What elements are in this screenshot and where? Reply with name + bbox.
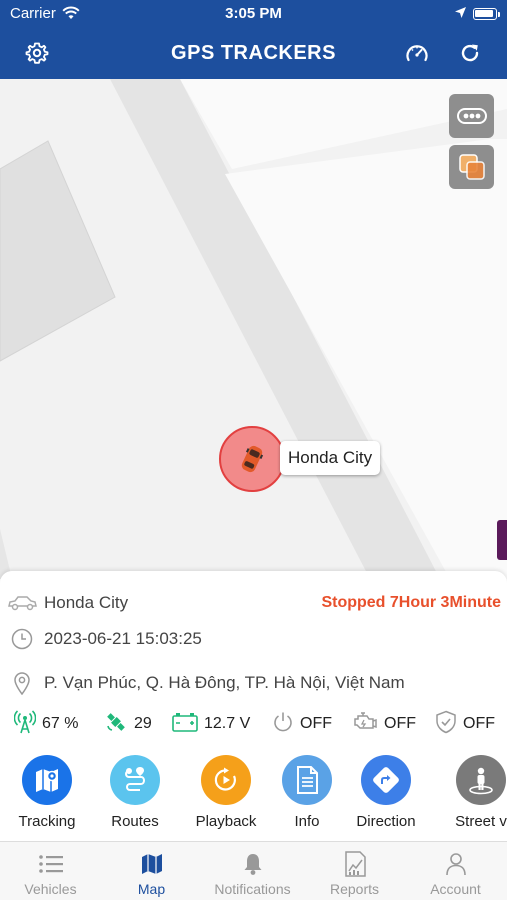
map-pin-icon bbox=[0, 671, 44, 695]
tracking-label: Tracking bbox=[18, 813, 76, 830]
engine-icon bbox=[352, 711, 378, 738]
engine-sensor: OFF bbox=[352, 709, 416, 739]
vehicle-name: Honda City bbox=[44, 593, 129, 612]
app-header: GPS TRACKERS bbox=[0, 28, 507, 79]
info-document-icon bbox=[282, 755, 332, 805]
person-icon bbox=[445, 851, 467, 877]
power-sensor: OFF bbox=[272, 709, 332, 739]
vehicle-address: P. Vạn Phúc, Q. Hà Đông, TP. Hà Nội, Việ… bbox=[44, 673, 405, 692]
direction-button[interactable]: Direction bbox=[341, 755, 431, 830]
satellite-value: 29 bbox=[134, 715, 152, 732]
battery-sensor: 12.7 V bbox=[172, 709, 250, 739]
car-icon bbox=[241, 445, 264, 473]
street-view-button[interactable]: Street v bbox=[436, 755, 507, 830]
tab-map[interactable]: Map bbox=[101, 842, 202, 900]
street-view-label: Street v bbox=[455, 813, 507, 830]
map-view[interactable]: Honda City bbox=[0, 79, 507, 579]
shield-sensor: OFF bbox=[435, 709, 495, 739]
battery-icon bbox=[172, 712, 198, 737]
status-bar: Carrier 3:05 PM bbox=[0, 0, 507, 28]
sensor-row: 67 % 29 12.7 V OFF OFF OFF bbox=[0, 709, 507, 739]
more-dots-icon bbox=[456, 108, 487, 124]
street-view-person-icon bbox=[456, 755, 506, 805]
layers-icon bbox=[458, 154, 485, 180]
vehicle-status-label: Stopped 7Hour 3Minute bbox=[321, 594, 501, 611]
shield-icon bbox=[435, 710, 457, 739]
info-button[interactable]: Info bbox=[262, 755, 352, 830]
direction-label: Direction bbox=[356, 813, 416, 830]
tab-map-label: Map bbox=[137, 881, 166, 897]
datetime-row: 2023-06-21 15:03:25 bbox=[0, 624, 507, 654]
vehicle-marker-label: Honda City bbox=[280, 441, 381, 475]
vehicle-datetime: 2023-06-21 15:03:25 bbox=[44, 629, 202, 648]
playback-label: Playback bbox=[195, 813, 257, 830]
map-layers-button[interactable] bbox=[449, 145, 494, 189]
bottom-tab-bar: Vehicles Map Notifications Reports Accou… bbox=[0, 841, 507, 900]
battery-tip bbox=[498, 12, 500, 17]
signal-sensor: 67 % bbox=[13, 709, 79, 739]
clock: 3:05 PM bbox=[225, 5, 282, 22]
routes-button[interactable]: Routes bbox=[90, 755, 180, 830]
routes-icon bbox=[110, 755, 160, 805]
address-row: P. Vạn Phúc, Q. Hà Đông, TP. Hà Nội, Việ… bbox=[0, 668, 507, 698]
list-icon bbox=[38, 851, 64, 877]
reports-chart-icon bbox=[343, 851, 367, 877]
power-icon bbox=[272, 711, 294, 738]
tracking-button[interactable]: Tracking bbox=[2, 755, 92, 830]
routes-label: Routes bbox=[111, 813, 159, 830]
partial-vehicle-marker[interactable] bbox=[497, 520, 507, 560]
map-icon bbox=[140, 851, 164, 877]
playback-icon bbox=[201, 755, 251, 805]
tab-vehicles[interactable]: Vehicles bbox=[0, 842, 101, 900]
tracking-map-icon bbox=[22, 755, 72, 805]
more-options-button[interactable] bbox=[449, 94, 494, 138]
car-outline-icon bbox=[0, 595, 44, 611]
shield-value: OFF bbox=[463, 715, 495, 732]
satellite-sensor: 29 bbox=[104, 709, 152, 739]
signal-icon bbox=[13, 709, 37, 739]
info-label: Info bbox=[294, 813, 320, 830]
tab-reports[interactable]: Reports bbox=[304, 842, 405, 900]
satellite-icon bbox=[104, 710, 128, 739]
map-tiles bbox=[0, 79, 507, 579]
vehicle-marker[interactable] bbox=[219, 426, 285, 492]
refresh-icon[interactable] bbox=[457, 40, 483, 66]
clock-icon bbox=[0, 628, 44, 650]
battery-indicator-icon bbox=[473, 8, 497, 20]
location-arrow-icon bbox=[454, 6, 467, 23]
tab-account[interactable]: Account bbox=[405, 842, 506, 900]
vehicle-info-panel: Honda City Stopped 7Hour 3Minute 2023-06… bbox=[0, 571, 507, 841]
bell-icon bbox=[242, 851, 264, 877]
tab-vehicles-label: Vehicles bbox=[24, 881, 77, 897]
quick-actions: Tracking Routes Playback Info Direction bbox=[0, 755, 507, 841]
tab-account-label: Account bbox=[430, 881, 481, 897]
tab-notifications-label: Notifications bbox=[214, 881, 291, 897]
power-value: OFF bbox=[300, 715, 332, 732]
tab-reports-label: Reports bbox=[329, 881, 380, 897]
page-title: GPS TRACKERS bbox=[171, 42, 336, 64]
battery-value: 12.7 V bbox=[204, 715, 251, 732]
direction-icon bbox=[361, 755, 411, 805]
tab-notifications[interactable]: Notifications bbox=[202, 842, 303, 900]
signal-value: 67 % bbox=[42, 715, 79, 732]
engine-value: OFF bbox=[384, 715, 416, 732]
speedometer-icon[interactable] bbox=[404, 40, 430, 66]
playback-button[interactable]: Playback bbox=[181, 755, 271, 830]
